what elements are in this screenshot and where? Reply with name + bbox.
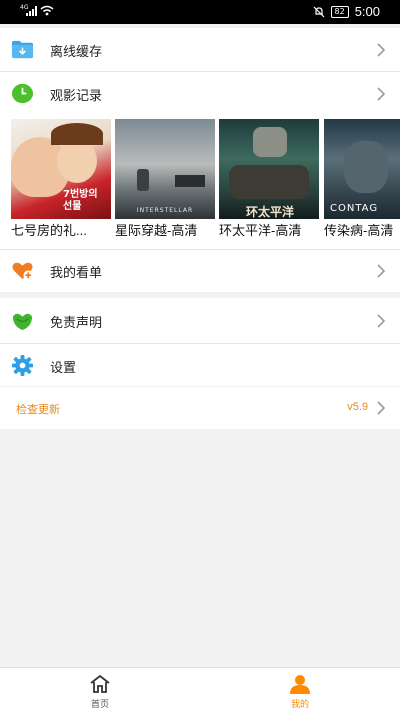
tab-home-label: 首页 [90, 699, 109, 709]
chevron-right-icon [377, 401, 386, 415]
signal-indicator: 4G [20, 5, 54, 16]
my-list-row[interactable]: 我的看单 [0, 249, 400, 293]
history-title: 七号房的礼... [11, 223, 87, 238]
download-folder-icon [11, 40, 34, 59]
poster-caption: 环太平洋 [245, 205, 294, 219]
my-list-label: 我的看单 [50, 264, 103, 280]
history-title: 传染病-高清 [324, 223, 394, 238]
history-item[interactable]: INTERSTELLAR 星际穿越-高清 [115, 119, 215, 239]
clock-icon [11, 83, 34, 104]
watch-history-label: 观影记录 [50, 87, 103, 103]
gear-icon [11, 354, 34, 377]
poster-image: INTERSTELLAR [115, 119, 215, 219]
history-title: 环太平洋-高清 [219, 223, 302, 238]
history-item[interactable]: CONTAG 传染病-高清 [324, 119, 400, 239]
disclaimer-label: 免责声明 [50, 314, 103, 330]
poster-image: 7번방의 선물 [11, 119, 111, 219]
network-type: 4G [20, 4, 29, 11]
check-update-label: 检查更新 [16, 404, 60, 416]
heart-plus-icon [12, 262, 34, 281]
status-bar: 4G 82 5:00 [0, 0, 400, 24]
history-poster-list: 7번방의 선물 七号房的礼... INTERSTELLAR 星际穿越-高清 环太… [11, 119, 400, 239]
tab-home[interactable]: 首页 [70, 668, 130, 711]
home-icon [90, 674, 110, 693]
user-icon [290, 675, 310, 694]
chevron-right-icon [377, 264, 386, 278]
chevron-right-icon [377, 43, 386, 57]
settings-row[interactable]: 设置 [0, 344, 400, 388]
mute-icon [313, 6, 324, 17]
history-title: 星际穿越-高清 [115, 223, 198, 238]
check-update-row[interactable]: 检查更新 v5.9 [0, 387, 400, 429]
clock: 5:00 [354, 4, 380, 19]
tab-mine-label: 我的 [290, 699, 309, 709]
settings-label: 设置 [50, 359, 77, 375]
battery-indicator: 82 [330, 5, 349, 18]
offline-cache-label: 离线缓存 [50, 43, 103, 59]
poster-image: CONTAG [324, 119, 400, 219]
poster-caption: 7번방의 선물 [63, 189, 98, 212]
watch-history-row[interactable]: 观影记录 [0, 72, 400, 116]
chevron-right-icon [377, 87, 386, 101]
history-item[interactable]: 7번방의 선물 七号房的礼... [11, 119, 111, 239]
wifi-icon [40, 5, 54, 16]
offline-cache-row[interactable]: 离线缓存 [0, 28, 400, 72]
version-label: v5.9 [347, 401, 368, 413]
tab-mine[interactable]: 我的 [270, 668, 330, 711]
disclaimer-row[interactable]: 免责声明 [0, 299, 400, 343]
bottom-tab-bar: 首页 我的 [0, 667, 400, 711]
poster-caption: INTERSTELLAR [136, 207, 194, 214]
history-item[interactable]: 环太平洋 环太平洋-高清 [219, 119, 319, 239]
chevron-right-icon [377, 314, 386, 328]
poster-image: 环太平洋 [219, 119, 319, 219]
poster-caption: CONTAG [330, 203, 379, 214]
shield-icon [12, 313, 33, 331]
